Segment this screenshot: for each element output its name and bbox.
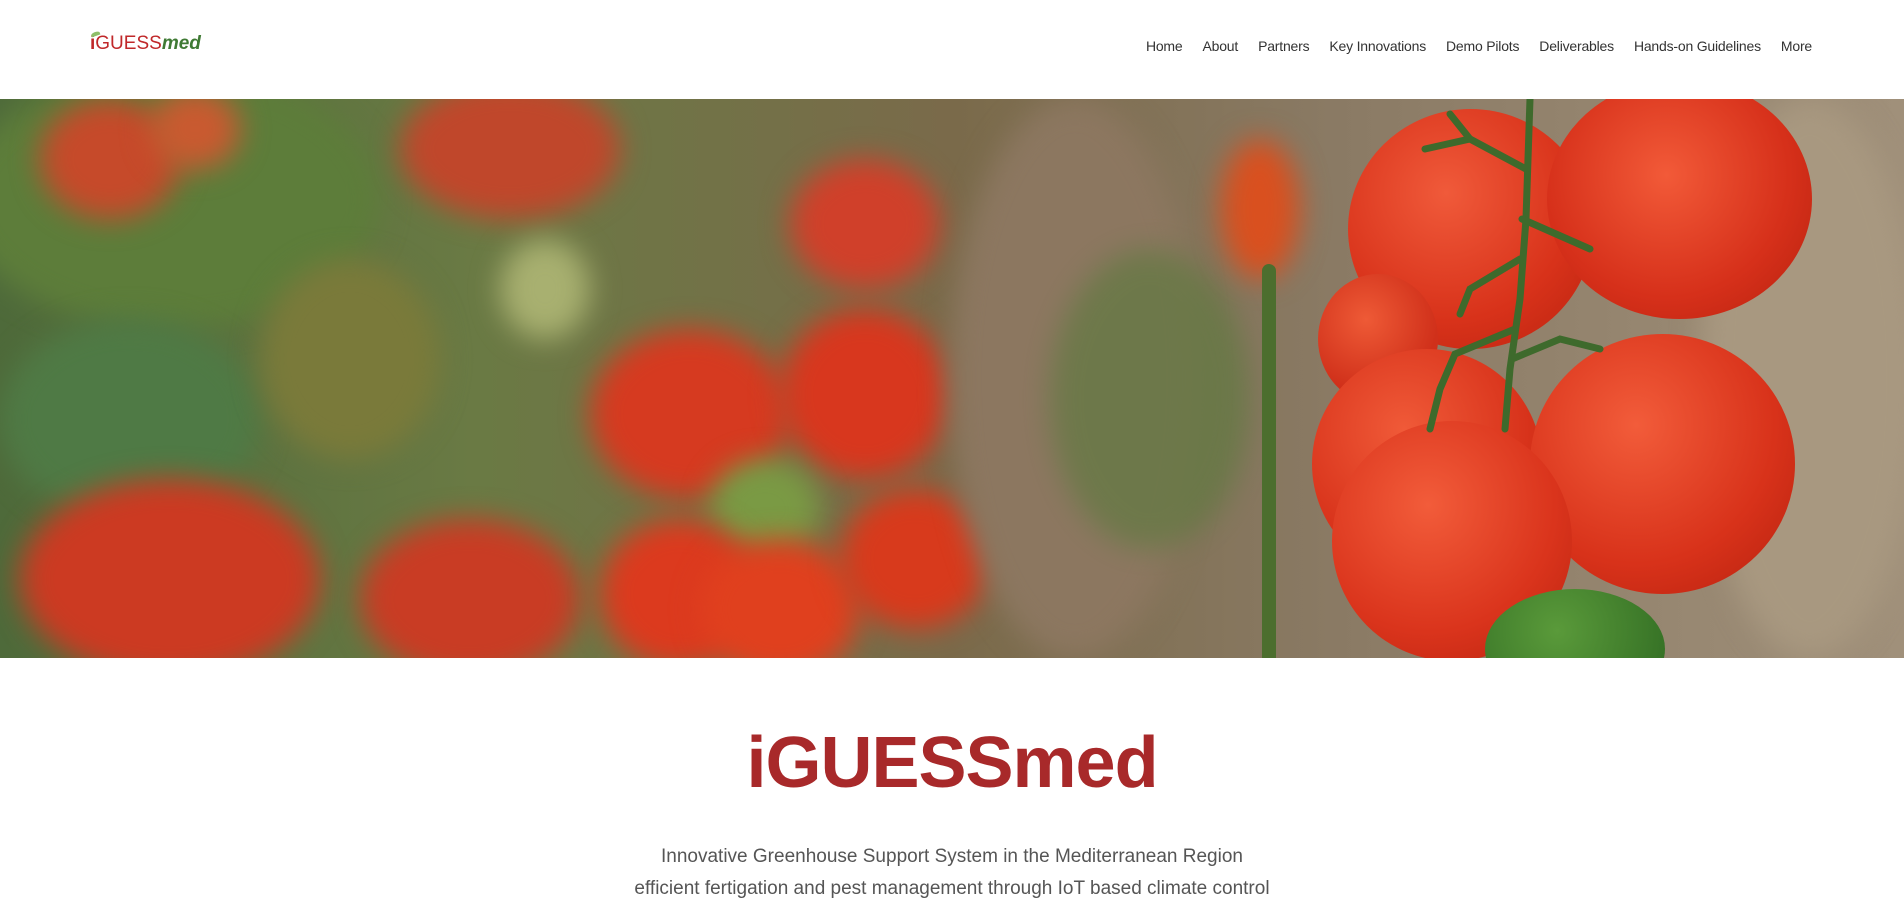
site-logo[interactable]: i GUESS med [90, 33, 201, 55]
nav-demo-pilots[interactable]: Demo Pilots [1436, 38, 1529, 54]
logo-i: i [90, 33, 96, 54]
subtitle-line-2: efficient fertigation and pest managemen… [634, 878, 1270, 899]
vine-stems [1421, 99, 1604, 433]
nav-about[interactable]: About [1192, 38, 1248, 54]
nav-deliverables[interactable]: Deliverables [1529, 38, 1624, 54]
hero-image [0, 99, 1904, 658]
subtitle-line-1: Innovative Greenhouse Support System in … [661, 846, 1243, 867]
nav-partners[interactable]: Partners [1248, 38, 1319, 54]
page-title: iGUESSmed [746, 723, 1158, 803]
site-header: i GUESS med Home About Partners Key Inno… [0, 0, 1904, 99]
main-nav: Home About Partners Key Innovations Demo… [1136, 38, 1822, 54]
logo-med: med [161, 33, 201, 54]
logo-guess: GUESS [95, 33, 162, 54]
nav-home[interactable]: Home [1136, 38, 1193, 54]
nav-hands-on-guidelines[interactable]: Hands-on Guidelines [1624, 38, 1771, 54]
nav-key-innovations[interactable]: Key Innovations [1319, 38, 1436, 54]
nav-more[interactable]: More [1771, 38, 1822, 54]
